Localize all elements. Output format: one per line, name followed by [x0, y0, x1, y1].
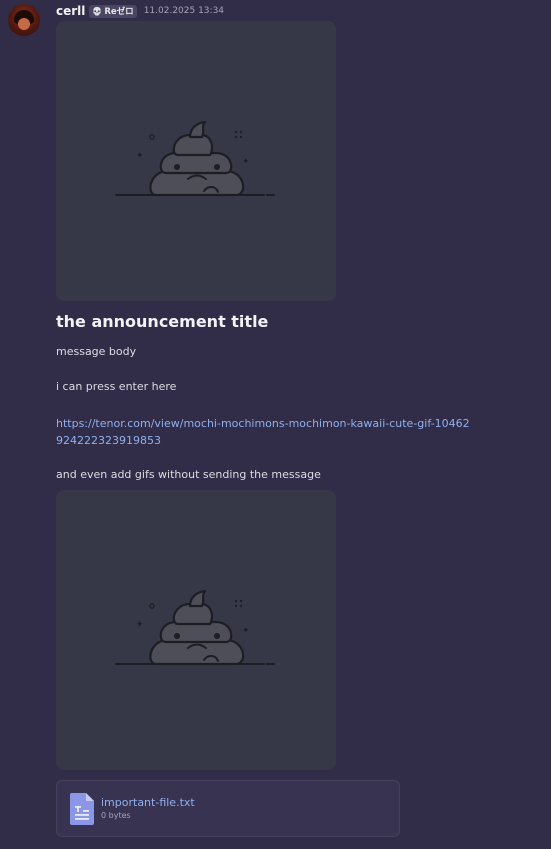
poop-emoji-icon: ✦ ✦ — [115, 589, 275, 666]
message-body-line: and even add gifs without sending the me… — [56, 468, 321, 481]
svg-text:✦: ✦ — [136, 620, 144, 630]
timestamp[interactable]: 11.02.2025 13:34 — [144, 6, 224, 16]
skull-icon: 💀 — [92, 6, 103, 16]
announcement-title: the announcement title — [56, 312, 269, 331]
message-body-line: i can press enter here — [56, 380, 177, 393]
username[interactable]: cerll — [56, 4, 85, 18]
tenor-link[interactable]: https://tenor.com/view/mochi-mochimons-m… — [56, 415, 476, 449]
file-attachment[interactable]: important-file.txt 0 bytes — [56, 780, 400, 837]
gif-embed[interactable]: ✦ ✦ — [56, 490, 336, 770]
poop-emoji-icon: ✦ ✦ — [115, 120, 275, 197]
svg-text:✦: ✦ — [136, 151, 144, 161]
avatar-face — [18, 18, 30, 30]
message-body-line: message body — [56, 345, 137, 358]
file-name-link[interactable]: important-file.txt — [101, 796, 195, 809]
guild-tag-badge[interactable]: 💀 Reゼロ — [89, 4, 137, 18]
text-file-icon — [70, 793, 94, 825]
gif-embed[interactable]: ✦ ✦ — [56, 21, 336, 301]
svg-text:✦: ✦ — [242, 157, 250, 167]
guild-tag-text: Reゼロ — [104, 7, 134, 17]
file-size: 0 bytes — [101, 811, 131, 820]
svg-text:✦: ✦ — [242, 626, 250, 636]
message-header: cerll 💀 Reゼロ 11.02.2025 13:34 — [56, 3, 224, 19]
avatar[interactable] — [8, 4, 40, 36]
